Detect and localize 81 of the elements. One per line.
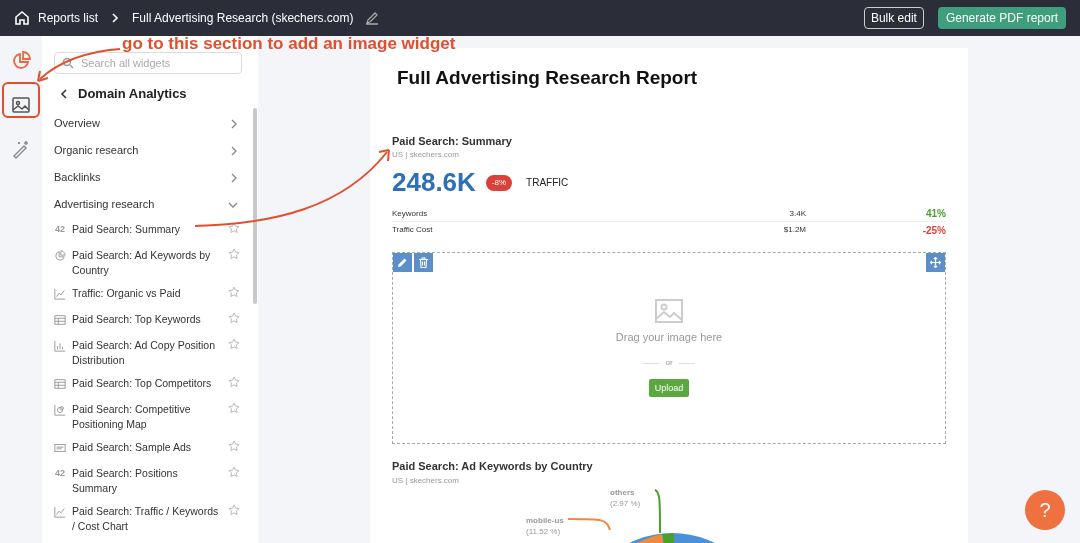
widget-list-item[interactable]: Paid Search: Top Keywords bbox=[54, 308, 242, 334]
change-badge: -8% bbox=[485, 174, 513, 191]
home-icon bbox=[14, 10, 30, 26]
line-chart-icon bbox=[54, 287, 66, 301]
magic-wand-icon bbox=[11, 139, 31, 159]
star-icon bbox=[228, 338, 240, 350]
category-item[interactable]: Organic research bbox=[54, 137, 242, 164]
image-placeholder-icon bbox=[655, 298, 683, 323]
chevron-right-icon bbox=[230, 118, 238, 129]
star-icon bbox=[228, 376, 240, 388]
edit-button[interactable] bbox=[393, 253, 412, 272]
slice-label: others bbox=[610, 486, 636, 498]
chevron-down-icon bbox=[228, 200, 238, 209]
pie-chart-icon bbox=[54, 249, 66, 263]
metric-change: -25% bbox=[922, 224, 946, 236]
chevron-right-icon bbox=[230, 145, 238, 156]
bar-chart-icon bbox=[54, 339, 66, 353]
pencil-icon bbox=[365, 11, 380, 25]
widget-list-item[interactable]: Paid Search: Ad Copy Position Distribution bbox=[54, 334, 242, 372]
drop-hint: Drag your image here bbox=[615, 329, 723, 345]
line-chart-icon bbox=[54, 505, 66, 519]
search-field[interactable]: Search all widgets bbox=[54, 52, 242, 74]
category-item[interactable]: Advertising research bbox=[54, 191, 242, 218]
slice-share: (11.52 %) bbox=[526, 525, 562, 537]
bulk-edit-button[interactable]: Bulk edit bbox=[863, 7, 924, 29]
widget-list-item[interactable]: Traffic: Organic vs Paid bbox=[54, 282, 242, 308]
move-button[interactable] bbox=[926, 253, 945, 272]
chevron-right-icon bbox=[110, 13, 121, 23]
metric-value: 3.4K bbox=[788, 207, 806, 220]
scrollbar[interactable] bbox=[253, 108, 257, 304]
section-heading: Domain Analytics bbox=[78, 85, 187, 104]
ad-card-icon bbox=[54, 441, 66, 455]
search-icon bbox=[62, 57, 74, 69]
metric-change: 41% bbox=[926, 208, 946, 219]
star-icon bbox=[228, 222, 240, 234]
metric-label: TRAFFIC bbox=[526, 176, 569, 190]
report-title: Full Advertising Research (skechers.com) bbox=[132, 10, 354, 27]
table-icon bbox=[54, 313, 66, 327]
star-icon bbox=[228, 248, 240, 260]
highlight-frame bbox=[2, 82, 40, 118]
separator-label: or bbox=[665, 357, 673, 370]
breadcrumb-link[interactable]: Reports list bbox=[38, 9, 99, 27]
traffic-value: 248.6K bbox=[392, 166, 476, 199]
number-label: 42 bbox=[55, 467, 65, 480]
bubble-chart-icon bbox=[54, 403, 66, 417]
widget-title: Paid Search: Ad Keywords by Country bbox=[392, 459, 594, 474]
chevron-right-icon bbox=[230, 172, 238, 183]
image-icon bbox=[11, 95, 31, 115]
trash-icon bbox=[418, 257, 429, 268]
number-label: 42 bbox=[55, 223, 65, 236]
star-icon bbox=[228, 440, 240, 452]
slice-share: (2.97 %) bbox=[610, 497, 641, 509]
star-icon bbox=[228, 312, 240, 324]
category-item[interactable]: Backlinks bbox=[54, 164, 242, 191]
widget-list-item[interactable]: Paid Search: Competitive Positioning Map bbox=[54, 398, 242, 436]
widget-list-item[interactable]: 42 Paid Search: Summary bbox=[54, 218, 242, 244]
pie-chart-icon bbox=[11, 51, 31, 71]
widget-list-item[interactable]: Paid Search: Top Competitors bbox=[54, 372, 242, 398]
widget-subtitle: US | skechers.com bbox=[392, 474, 460, 487]
pencil-icon bbox=[397, 257, 408, 268]
widget-list-item[interactable]: 42 Paid Search: Positions Summary bbox=[54, 462, 242, 500]
star-icon bbox=[228, 286, 240, 298]
move-icon bbox=[930, 257, 941, 268]
widget-list-item[interactable]: Paid Search: Traffic / Keywords / Cost Chart bbox=[54, 500, 242, 538]
widget-list-item[interactable]: Paid Search: Ad Keywords by Country bbox=[54, 244, 242, 282]
annotation-text: go to this section to add an image widget bbox=[122, 35, 456, 52]
table-icon bbox=[54, 377, 66, 391]
star-icon bbox=[228, 466, 240, 478]
widget-list-item[interactable]: Paid Search: Sample Ads bbox=[54, 436, 242, 462]
category-item[interactable]: Overview bbox=[54, 110, 242, 137]
delete-button[interactable] bbox=[414, 253, 433, 272]
widget-subtitle: US | skechers.com bbox=[392, 149, 460, 161]
back-icon bbox=[60, 89, 68, 99]
star-icon bbox=[228, 504, 240, 516]
metric-name: Traffic Cost bbox=[392, 224, 434, 236]
widget-title: Paid Search: Summary bbox=[392, 133, 513, 149]
metric-name: Keywords bbox=[392, 207, 429, 220]
report-heading: Full Advertising Research Report bbox=[397, 66, 699, 90]
metric-value: $1.2M bbox=[782, 224, 806, 236]
slice-label: mobile-us bbox=[526, 514, 564, 526]
star-icon bbox=[228, 402, 240, 414]
